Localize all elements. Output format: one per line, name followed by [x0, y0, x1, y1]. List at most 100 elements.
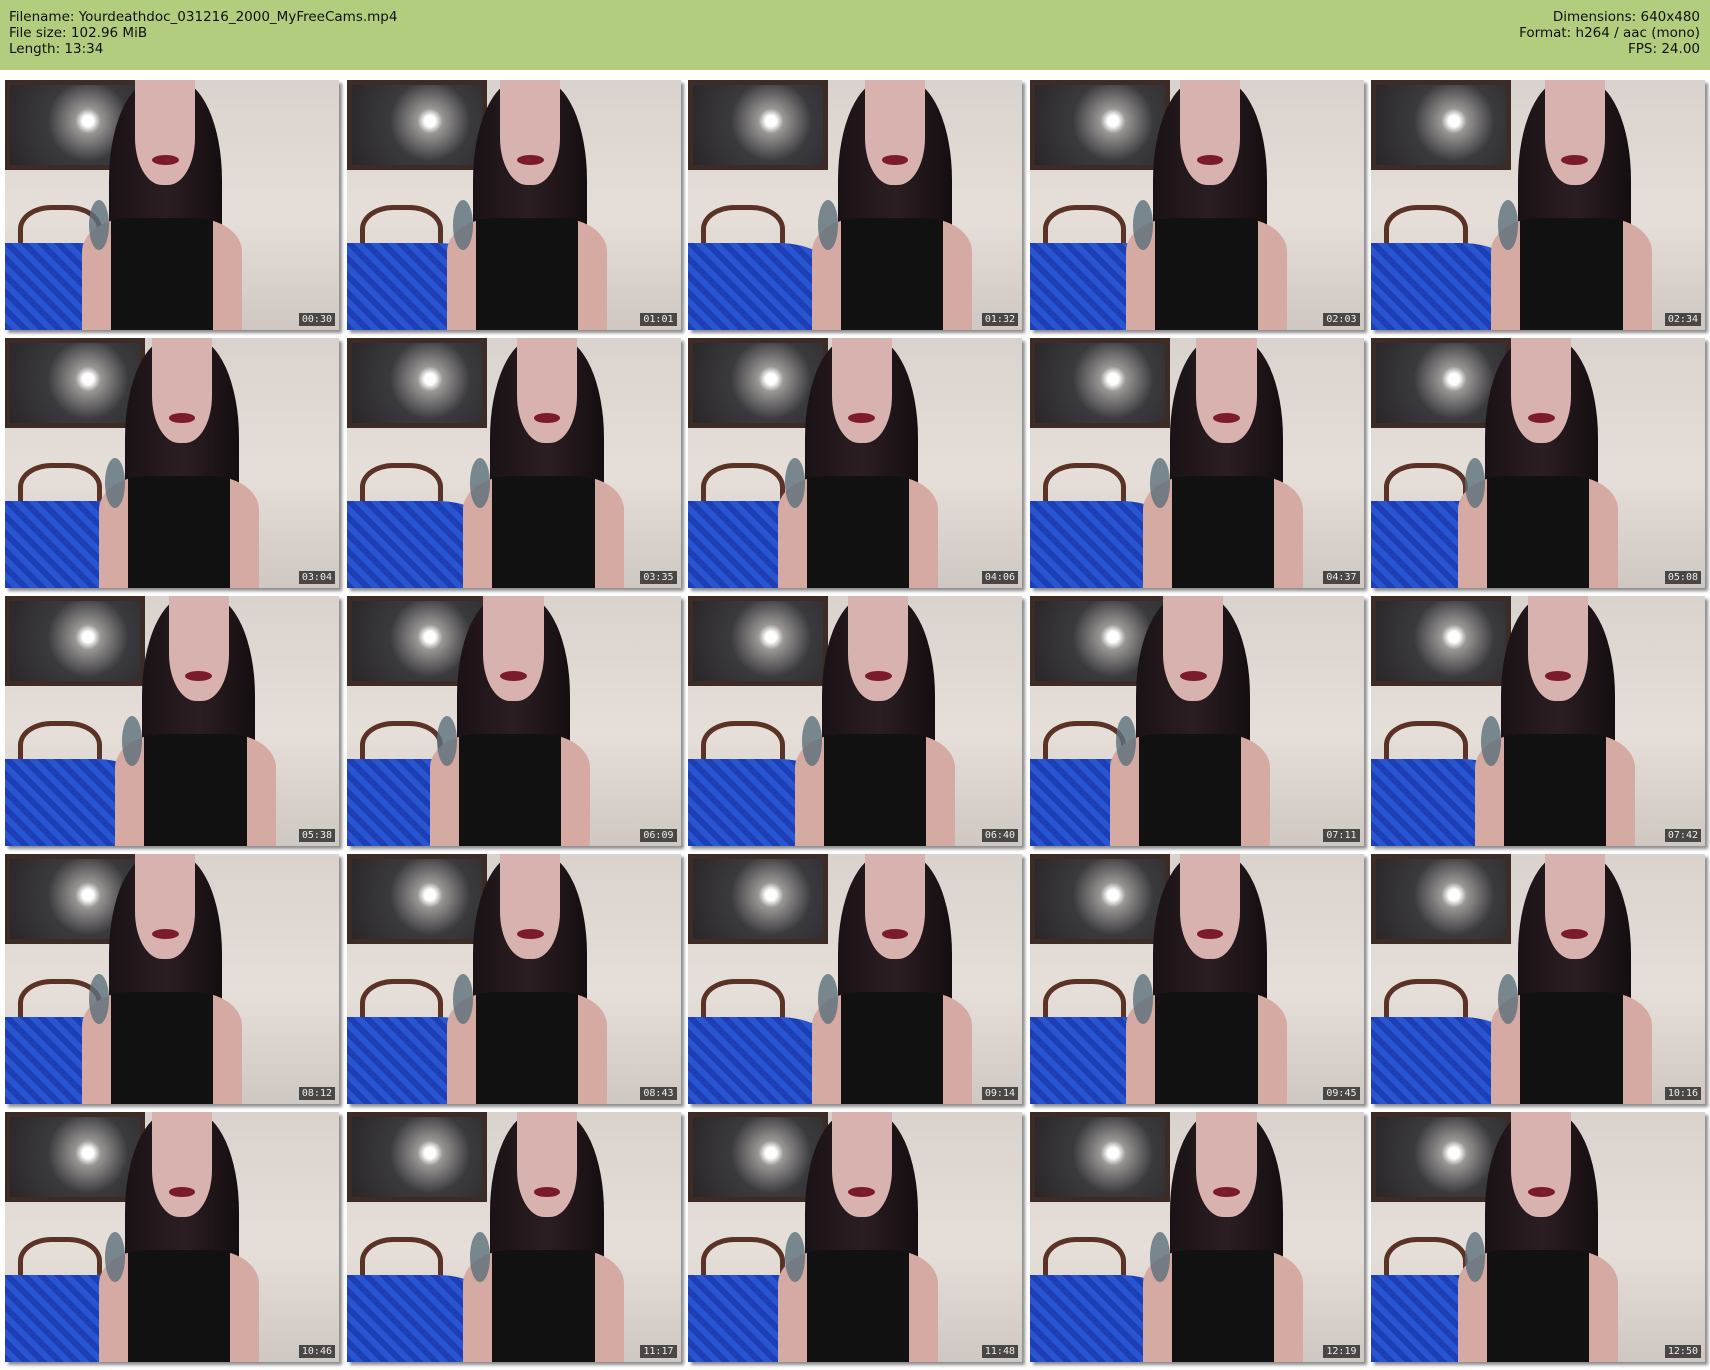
person-face: [500, 80, 561, 185]
wall-picture: [5, 596, 146, 686]
arm-tattoo: [121, 716, 142, 766]
arm-tattoo: [1497, 974, 1518, 1024]
file-info-right: Dimensions: 640x480 Format: h264 / aac (…: [1519, 9, 1700, 57]
person-face: [1544, 854, 1605, 959]
arm-tattoo: [470, 1232, 491, 1282]
timestamp: 06:09: [640, 829, 677, 842]
timestamp: 07:42: [1664, 829, 1701, 842]
wall-picture: [1029, 1112, 1170, 1202]
person-lips: [533, 413, 561, 423]
person-face: [1196, 338, 1257, 443]
timestamp: 03:04: [298, 571, 335, 584]
arm-tattoo: [1133, 200, 1154, 250]
person-face: [135, 80, 196, 185]
video-thumbnail: 02:03: [1029, 80, 1364, 330]
timestamp: 06:40: [981, 829, 1018, 842]
person-lips: [1561, 155, 1589, 165]
person-face: [168, 596, 229, 701]
video-thumbnail: 04:37: [1029, 338, 1364, 588]
arm-tattoo: [88, 974, 109, 1024]
video-thumbnail: 10:16: [1371, 854, 1705, 1104]
video-thumbnail: 10:46: [5, 1112, 339, 1362]
person-face: [516, 1112, 577, 1217]
person-lips: [1213, 1187, 1240, 1197]
timestamp: 11:48: [981, 1345, 1018, 1358]
arm-tattoo: [1497, 200, 1518, 250]
person-lips: [168, 1187, 196, 1197]
info-header: Filename: Yourdeathdoc_031216_2000_MyFre…: [0, 0, 1710, 70]
person-face: [1196, 1112, 1257, 1217]
person-lips: [516, 155, 544, 165]
format: Format: h264 / aac (mono): [1519, 25, 1700, 41]
arm-tattoo: [784, 1232, 805, 1282]
person-face: [1544, 80, 1605, 185]
person-lips: [865, 671, 892, 681]
person-face: [1163, 596, 1224, 701]
file-size: File size: 102.96 MiB: [9, 25, 148, 41]
arm-tattoo: [1149, 458, 1170, 508]
timestamp: 04:37: [1323, 571, 1360, 584]
video-thumbnail: 11:48: [688, 1112, 1022, 1362]
person-face: [1511, 1112, 1572, 1217]
person-lips: [1196, 929, 1224, 939]
video-thumbnail: 12:19: [1029, 1112, 1364, 1362]
video-thumbnail: 07:11: [1029, 596, 1364, 846]
person-face: [865, 80, 926, 185]
video-thumbnail: 06:09: [346, 596, 681, 846]
timestamp: 10:16: [1664, 1087, 1701, 1100]
video-thumbnail: 08:12: [5, 854, 339, 1104]
video-thumbnail: 09:14: [688, 854, 1022, 1104]
length: Length: 13:34: [9, 41, 104, 57]
thumbnail-grid: 00:30 01:01 01:32 02:03 02:34 03:04 03:35 04:06…: [5, 80, 1705, 1362]
wall-picture: [688, 80, 829, 170]
timestamp: 08:12: [298, 1087, 335, 1100]
person-face: [831, 1112, 892, 1217]
timestamp: 05:38: [298, 829, 335, 842]
arm-tattoo: [801, 716, 822, 766]
video-thumbnail: 02:34: [1371, 80, 1705, 330]
wall-picture: [346, 1112, 487, 1202]
video-thumbnail: 08:43: [346, 854, 681, 1104]
timestamp: 09:14: [981, 1087, 1018, 1100]
wall-picture: [1029, 80, 1170, 170]
wall-picture: [346, 338, 487, 428]
arm-tattoo: [436, 716, 457, 766]
timestamp: 00:30: [298, 313, 335, 326]
arm-tattoo: [784, 458, 805, 508]
dimensions: Dimensions: 640x480: [1552, 9, 1700, 25]
wall-picture: [688, 854, 829, 944]
person-face: [1527, 596, 1589, 701]
timestamp: 01:01: [640, 313, 677, 326]
video-thumbnail: 00:30: [5, 80, 339, 330]
person-lips: [1196, 155, 1224, 165]
person-face: [516, 338, 577, 443]
person-lips: [1179, 671, 1207, 681]
person-face: [151, 1112, 213, 1217]
person-face: [848, 596, 909, 701]
timestamp: 09:45: [1323, 1087, 1360, 1100]
video-thumbnail: 05:38: [5, 596, 339, 846]
person-lips: [500, 671, 527, 681]
wall-picture: [5, 338, 146, 428]
timestamp: 12:19: [1323, 1345, 1360, 1358]
wall-picture: [1029, 338, 1170, 428]
timestamp: 01:32: [981, 313, 1018, 326]
video-thumbnail: 03:04: [5, 338, 339, 588]
wall-picture: [5, 1112, 146, 1202]
person-lips: [1561, 929, 1589, 939]
wall-picture: [1371, 596, 1512, 686]
wall-picture: [346, 80, 487, 170]
timestamp: 07:11: [1323, 829, 1360, 842]
timestamp: 05:08: [1664, 571, 1701, 584]
video-thumbnail: 01:01: [346, 80, 681, 330]
timestamp: 12:50: [1664, 1345, 1701, 1358]
video-thumbnail: 01:32: [688, 80, 1022, 330]
timestamp: 04:06: [981, 571, 1018, 584]
person-face: [135, 854, 196, 959]
filename: Filename: Yourdeathdoc_031216_2000_MyFre…: [9, 9, 398, 25]
person-lips: [168, 413, 196, 423]
person-lips: [848, 1187, 876, 1197]
video-thumbnail: 09:45: [1029, 854, 1364, 1104]
person-lips: [151, 929, 179, 939]
timestamp: 02:34: [1664, 313, 1701, 326]
